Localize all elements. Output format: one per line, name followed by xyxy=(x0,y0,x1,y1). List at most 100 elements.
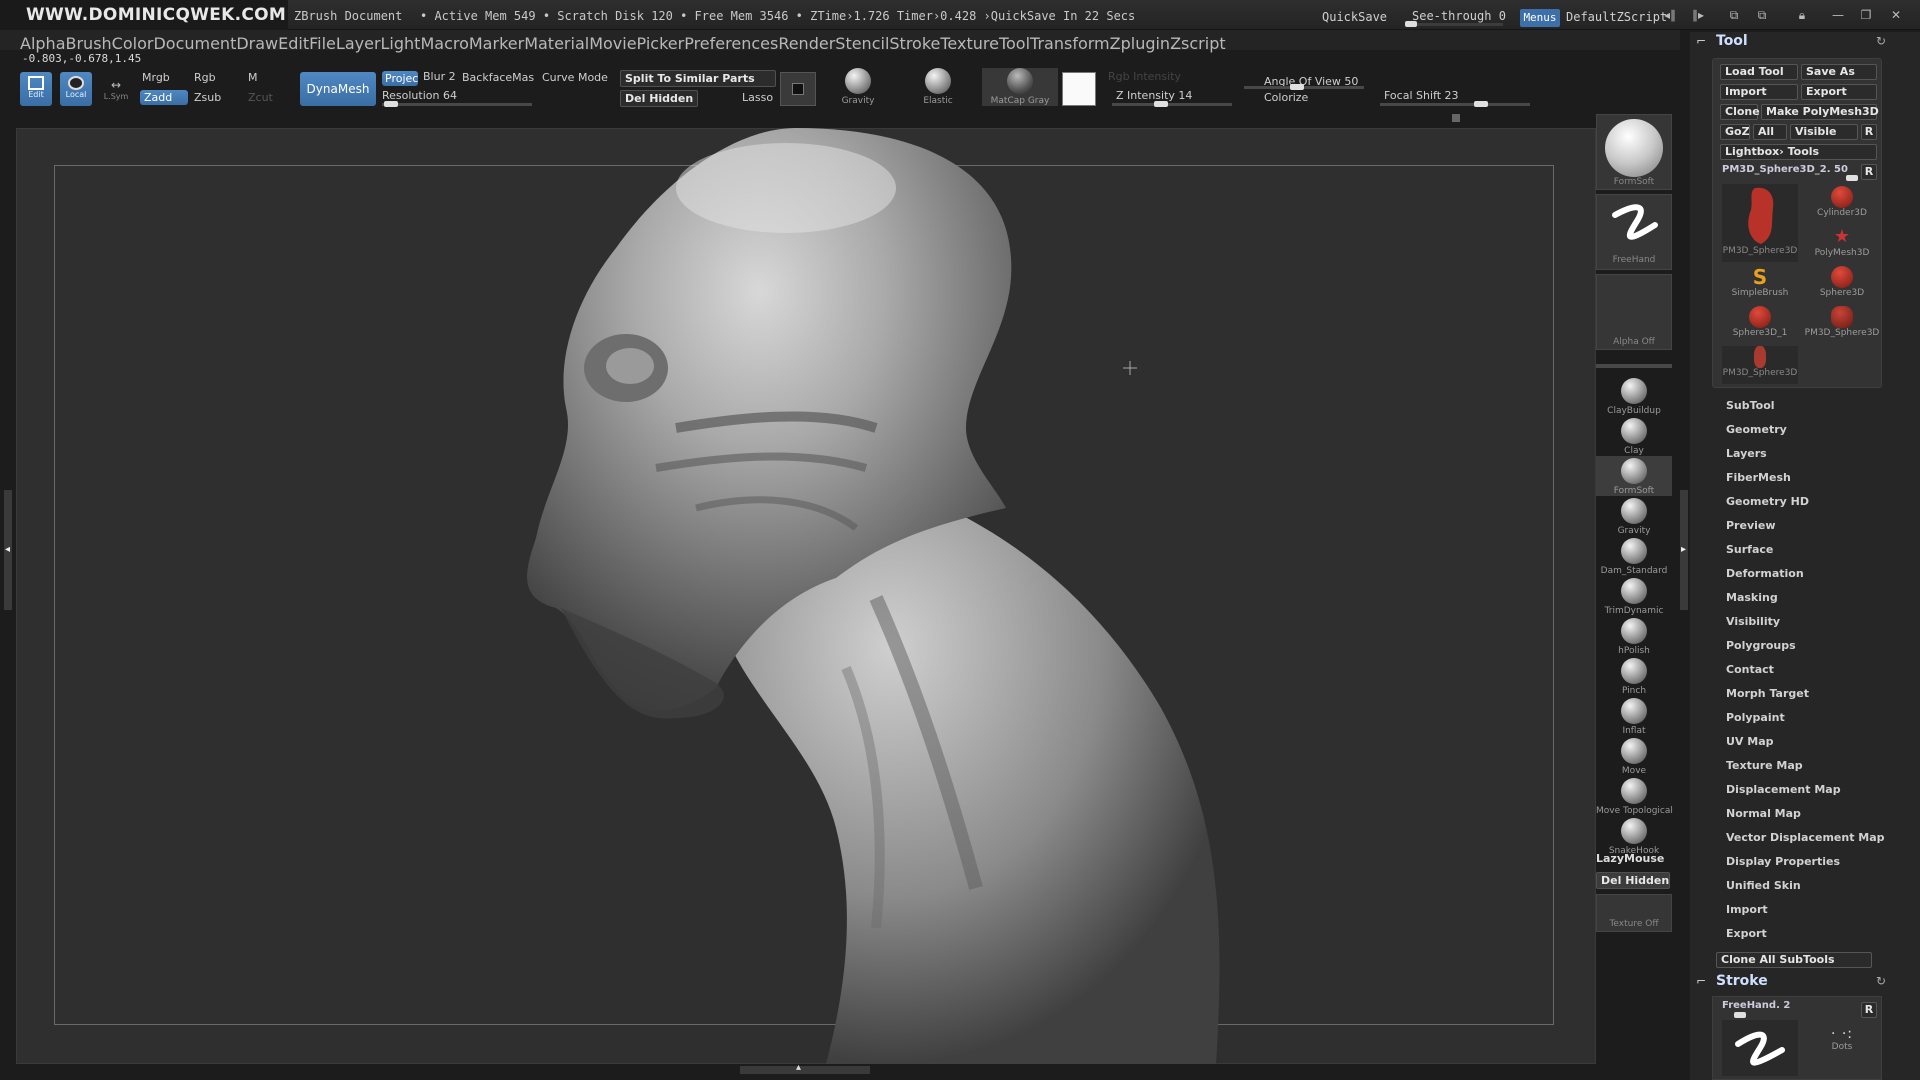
save-as-button[interactable]: Save As xyxy=(1801,64,1877,80)
blur-slider[interactable]: Blur 2 xyxy=(423,70,456,83)
color-swatch[interactable] xyxy=(1062,72,1096,106)
colorize-toggle[interactable]: Colorize xyxy=(1264,91,1308,104)
lsym-button[interactable]: ↔ L.Sym xyxy=(100,78,132,104)
tool-section-vector-displacement-map[interactable]: Vector Displacement Map xyxy=(1726,831,1885,844)
tool-section-preview[interactable]: Preview xyxy=(1726,519,1776,532)
project-toggle[interactable]: Projec xyxy=(382,71,418,86)
lock-icon[interactable]: 🔒︎ xyxy=(1792,8,1812,24)
tool-thumb-polymesh3d[interactable]: ★ PolyMesh3D xyxy=(1804,226,1880,266)
resolution-slider-knob[interactable] xyxy=(384,101,398,107)
edit-mode-button[interactable]: Edit xyxy=(20,72,52,106)
zsub-toggle[interactable]: Zsub xyxy=(194,91,221,104)
goz-all-button[interactable]: All xyxy=(1753,124,1787,140)
del-hidden-button[interactable]: Del Hidden xyxy=(620,90,698,107)
tool-section-texture-map[interactable]: Texture Map xyxy=(1726,759,1803,772)
palette-right-icon[interactable]: ∥▸ xyxy=(1688,8,1708,24)
make-polymesh-button[interactable]: Make PolyMesh3D xyxy=(1761,104,1879,120)
focal-shift-slider[interactable]: Focal Shift 23 xyxy=(1384,89,1459,102)
stroke-slider-knob[interactable] xyxy=(1734,1012,1746,1018)
resolution-slider-track[interactable] xyxy=(382,103,532,106)
split-similar-parts-button[interactable]: Split To Similar Parts xyxy=(620,70,776,87)
menu-item[interactable]: Preferences xyxy=(684,34,778,53)
tool-section-export[interactable]: Export xyxy=(1726,927,1767,940)
menu-item[interactable]: File xyxy=(309,34,336,53)
brush-snakehook[interactable]: SnakeHook xyxy=(1596,816,1672,856)
tool-palette-title[interactable]: Tool xyxy=(1716,33,1748,49)
current-alpha-button[interactable]: Alpha Off xyxy=(1596,274,1672,350)
see-through-slider[interactable] xyxy=(1405,23,1503,26)
import-tool-button[interactable]: Import xyxy=(1720,84,1798,100)
z-intensity-slider-knob[interactable] xyxy=(1154,101,1168,107)
brush-claybuildup[interactable]: ClayBuildup xyxy=(1596,376,1672,416)
current-brush-button[interactable]: FormSoft xyxy=(1596,114,1672,190)
angle-of-view-slider-knob[interactable] xyxy=(1290,84,1304,90)
brush-trimdynamic[interactable]: TrimDynamic xyxy=(1596,576,1672,616)
palette-left-icon[interactable]: ◂∥ xyxy=(1660,8,1680,24)
menus-toggle[interactable]: Menus xyxy=(1520,9,1560,27)
menu-item[interactable]: Edit xyxy=(278,34,309,53)
brush-move[interactable]: Move xyxy=(1596,736,1672,776)
brush-formsoft[interactable]: FormSoft xyxy=(1596,456,1672,496)
menu-item[interactable]: Texture xyxy=(940,34,999,53)
goz-visible-button[interactable]: Visible xyxy=(1790,124,1858,140)
brush-gravity[interactable]: Gravity xyxy=(1596,496,1672,536)
stroke-r-button[interactable]: R xyxy=(1861,1002,1877,1018)
clone-button[interactable]: Clone xyxy=(1720,104,1760,120)
brush-pinch[interactable]: Pinch xyxy=(1596,656,1672,696)
tool-section-visibility[interactable]: Visibility xyxy=(1726,615,1780,628)
tool-section-display-properties[interactable]: Display Properties xyxy=(1726,855,1840,868)
tool-section-uv-map[interactable]: UV Map xyxy=(1726,735,1774,748)
tool-section-geometry-hd[interactable]: Geometry HD xyxy=(1726,495,1809,508)
lasso-selection-button[interactable] xyxy=(780,72,816,106)
menu-item[interactable]: Draw xyxy=(236,34,278,53)
lightbox-tools-button[interactable]: Lightbox› Tools xyxy=(1720,144,1877,160)
menu-item[interactable]: Light xyxy=(381,34,421,53)
current-tool-slider-knob[interactable] xyxy=(1846,175,1858,181)
lazymouse-toggle[interactable]: LazyMouse xyxy=(1596,852,1664,865)
tool-section-morph-target[interactable]: Morph Target xyxy=(1726,687,1809,700)
tool-section-masking[interactable]: Masking xyxy=(1726,591,1778,604)
menu-item[interactable]: Transform xyxy=(1030,34,1110,53)
tool-section-fibermesh[interactable]: FiberMesh xyxy=(1726,471,1791,484)
tool-thumb-sphere3d[interactable]: Sphere3D xyxy=(1804,266,1880,306)
z-intensity-slider[interactable]: Z Intensity 14 xyxy=(1116,89,1192,102)
dots-stroke-thumb[interactable]: · ·: Dots xyxy=(1804,1026,1880,1066)
shelf-resize-handle[interactable] xyxy=(1452,114,1460,122)
menu-item[interactable]: Brush xyxy=(66,34,112,53)
brush-clay[interactable]: Clay xyxy=(1596,416,1672,456)
tool-refresh-icon[interactable]: ↻ xyxy=(1876,34,1886,48)
minimize-icon[interactable]: — xyxy=(1828,8,1848,24)
tool-thumb-cylinder3d[interactable]: Cylinder3D xyxy=(1804,186,1880,226)
del-hidden-shelf-button[interactable]: Del Hidden xyxy=(1596,872,1670,889)
rgb-intensity-slider[interactable]: Rgb Intensity xyxy=(1108,70,1181,83)
current-stroke-button[interactable]: FreeHand xyxy=(1596,194,1672,270)
tool-section-import[interactable]: Import xyxy=(1726,903,1768,916)
brush-hpolish[interactable]: hPolish xyxy=(1596,616,1672,656)
brush-move-topological[interactable]: Move Topological xyxy=(1596,776,1673,816)
mrgb-toggle[interactable]: Mrgb xyxy=(142,71,170,84)
close-icon[interactable]: ✕ xyxy=(1886,8,1906,24)
tool-section-displacement-map[interactable]: Displacement Map xyxy=(1726,783,1841,796)
tool-thumb-pm3d-sphere3d[interactable]: PM3D_Sphere3D xyxy=(1722,184,1798,262)
tool-section-contact[interactable]: Contact xyxy=(1726,663,1774,676)
zadd-toggle[interactable]: Zadd xyxy=(140,90,188,105)
layout-alt-icon[interactable]: ⧉ xyxy=(1752,8,1772,24)
freehand-stroke-thumb[interactable] xyxy=(1722,1020,1798,1076)
sculpt-model[interactable] xyxy=(16,128,1596,1064)
tool-section-layers[interactable]: Layers xyxy=(1726,447,1767,460)
curve-mode-toggle[interactable]: Curve Mode xyxy=(542,71,608,84)
angle-of-view-slider-track[interactable] xyxy=(1244,86,1364,89)
gravity-brush-button[interactable]: Gravity xyxy=(820,68,896,106)
palette-dock-icon[interactable]: ⌐ xyxy=(1696,34,1706,48)
backface-mask-toggle[interactable]: BackfaceMas xyxy=(462,71,534,84)
export-tool-button[interactable]: Export xyxy=(1801,84,1877,100)
elastic-brush-button[interactable]: Elastic xyxy=(900,68,976,106)
menu-item[interactable]: Zscript xyxy=(1170,34,1226,53)
menu-item[interactable]: Macro xyxy=(420,34,468,53)
goz-button[interactable]: GoZ xyxy=(1720,124,1750,140)
tool-section-polypaint[interactable]: Polypaint xyxy=(1726,711,1785,724)
load-tool-button[interactable]: Load Tool xyxy=(1720,64,1798,80)
tool-section-deformation[interactable]: Deformation xyxy=(1726,567,1804,580)
menu-item[interactable]: Alpha xyxy=(20,34,66,53)
menu-item[interactable]: Zplugin xyxy=(1110,34,1170,53)
